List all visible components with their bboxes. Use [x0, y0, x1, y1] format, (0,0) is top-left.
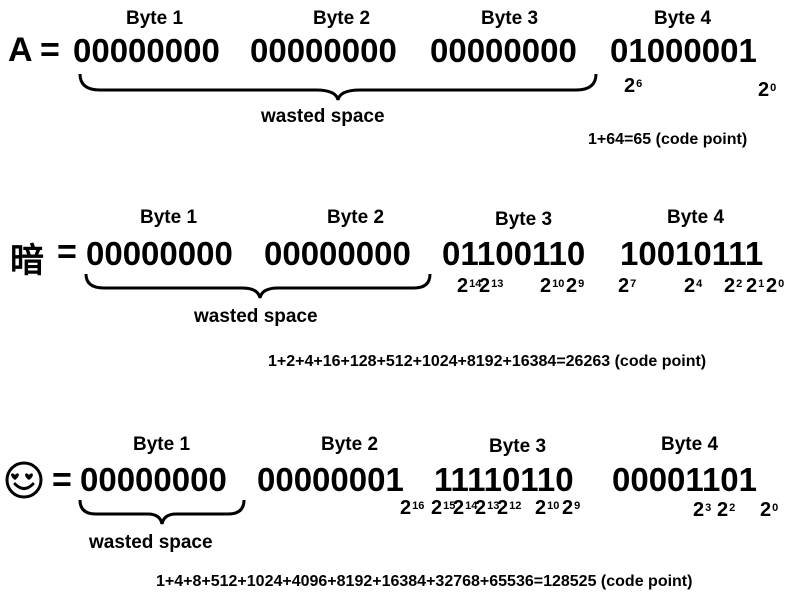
- byte-label: Byte 3: [489, 436, 547, 457]
- power-of-two: 22: [717, 499, 736, 521]
- byte-bits: 01100110: [442, 235, 586, 272]
- byte-bits: 01000001: [610, 32, 757, 69]
- power-of-two: 21: [746, 275, 765, 297]
- smiling-face-with-heart-eyes-icon: [5, 461, 43, 499]
- byte-bits: 00000000: [264, 235, 411, 272]
- power-of-two: 210: [535, 497, 560, 519]
- power-of-two: 20: [758, 79, 777, 101]
- byte-label: Byte 2: [327, 207, 385, 228]
- equals-sign: =: [52, 461, 72, 499]
- power-of-two: 213: [479, 275, 504, 297]
- wasted-space-brace: [78, 73, 598, 101]
- code-point-sum: 1+2+4+16+128+512+1024+8192+16384=26263 (…: [268, 353, 707, 370]
- power-of-two: 26: [624, 75, 643, 97]
- byte-bits: 11110110: [434, 461, 574, 498]
- byte-label: Byte 1: [133, 434, 191, 455]
- byte-label: Byte 3: [495, 209, 553, 230]
- power-of-two: 23: [693, 499, 712, 521]
- byte-label: Byte 1: [126, 8, 184, 29]
- power-of-two: 22: [724, 275, 743, 297]
- power-of-two: 214: [453, 497, 478, 519]
- power-of-two: 210: [540, 275, 565, 297]
- utf32-diagram: { "rows": [ { "character": "A", "equals"…: [0, 0, 790, 603]
- byte-label: Byte 4: [661, 434, 719, 455]
- wasted-space-label: wasted space: [261, 106, 385, 127]
- byte-bits: 00000000: [80, 461, 227, 498]
- power-of-two: 29: [566, 275, 585, 297]
- byte-label: Byte 3: [481, 8, 539, 29]
- power-of-two: 212: [497, 497, 522, 519]
- code-point-sum: 1+4+8+512+1024+4096+8192+16384+32768+655…: [156, 573, 693, 590]
- power-of-two: 27: [618, 275, 637, 297]
- character-a: A: [8, 31, 33, 69]
- byte-bits: 00000000: [250, 32, 397, 69]
- power-of-two: 214: [457, 275, 482, 297]
- wasted-space-brace: [84, 273, 432, 299]
- power-of-two: 20: [760, 499, 779, 521]
- equals-sign: =: [57, 233, 77, 271]
- power-of-two: 215: [431, 497, 456, 519]
- code-point-sum: 1+64=65 (code point): [588, 131, 748, 148]
- power-of-two: 20: [766, 275, 785, 297]
- wasted-space-label: wasted space: [194, 306, 318, 327]
- byte-label: Byte 4: [667, 207, 725, 228]
- byte-label: Byte 2: [313, 8, 371, 29]
- byte-bits: 00000000: [86, 235, 233, 272]
- byte-bits: 00000000: [73, 32, 220, 69]
- byte-label: Byte 1: [140, 207, 198, 228]
- power-of-two: 216: [400, 497, 425, 519]
- equals-sign: =: [40, 31, 60, 69]
- character-kanji: 暗: [10, 242, 44, 280]
- power-of-two: 213: [475, 497, 500, 519]
- wasted-space-brace: [78, 499, 246, 525]
- wasted-space-label: wasted space: [89, 532, 213, 553]
- byte-bits: 00000001: [257, 461, 404, 498]
- power-of-two: 24: [684, 275, 703, 297]
- power-of-two: 29: [562, 497, 581, 519]
- byte-bits: 10010111: [620, 235, 764, 272]
- byte-bits: 00000000: [430, 32, 577, 69]
- byte-bits: 00001101: [612, 461, 758, 498]
- byte-label: Byte 2: [321, 434, 379, 455]
- byte-label: Byte 4: [654, 8, 712, 29]
